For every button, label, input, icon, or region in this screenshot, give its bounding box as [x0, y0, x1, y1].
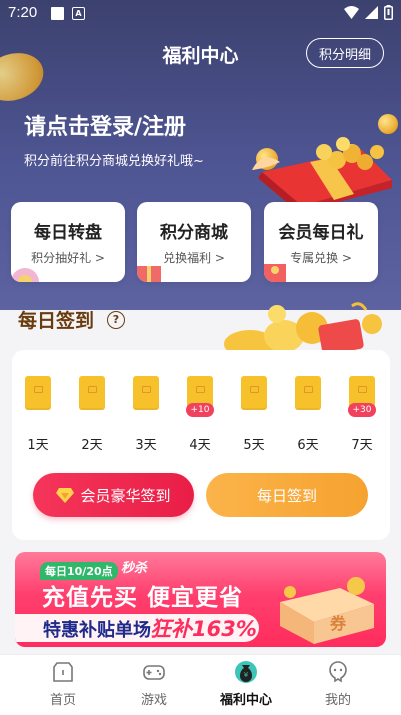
- tab-home[interactable]: 首页: [13, 655, 113, 715]
- vip-signin-label: 会员豪华签到: [80, 486, 171, 505]
- flash-sale-tag: 秒杀: [121, 561, 148, 576]
- card-title: 积分商城: [160, 223, 228, 243]
- login-register-link[interactable]: 请点击登录/注册: [24, 109, 186, 141]
- day-reward-5: [241, 376, 267, 410]
- day-label: 4天: [189, 438, 211, 453]
- day-label: 3天: [135, 438, 157, 453]
- bonus-badge: +30: [348, 403, 376, 417]
- wifi-icon: [344, 6, 359, 19]
- battery-icon: [384, 5, 393, 20]
- status-icons: [344, 5, 393, 20]
- banner-subline: 特惠补贴单场 狂补163%: [15, 614, 259, 642]
- red-envelope-icon: [295, 376, 321, 410]
- card-subtitle: 兑换福利 >: [163, 251, 225, 265]
- banner-sub-text: 特惠补贴单场: [43, 620, 151, 641]
- card-daily-wheel[interactable]: 每日转盘 积分抽好礼 >: [11, 202, 125, 282]
- coupon-text: 券: [329, 614, 346, 633]
- card-points-mall[interactable]: 积分商城 兑换福利 >: [137, 202, 251, 282]
- day-reward-1: [25, 376, 51, 410]
- card-subtitle: 积分抽好礼 >: [31, 251, 105, 265]
- bonus-badge: +10: [186, 403, 214, 417]
- card-vip-daily-gift[interactable]: 会员每日礼 专属兑换 >: [264, 202, 378, 282]
- vip-signin-button[interactable]: 会员豪华签到: [33, 473, 194, 517]
- card-subtitle: 专属兑换 >: [290, 251, 352, 265]
- tab-games[interactable]: 游戏: [104, 655, 204, 715]
- tab-label: 游戏: [140, 693, 167, 708]
- daily-signin-button[interactable]: 每日签到: [206, 473, 368, 517]
- red-envelope-icon: [79, 376, 105, 410]
- points-detail-button[interactable]: 积分明细: [306, 38, 384, 68]
- a-notification-icon: A: [72, 7, 85, 20]
- day-label: 2天: [81, 438, 103, 453]
- red-envelope-icon: [241, 376, 267, 410]
- tab-label: 福利中心: [219, 693, 272, 708]
- day-reward-2: [79, 376, 105, 410]
- promo-banner[interactable]: 每日10/20点 秒杀 充值先买 便宜更省 特惠补贴单场 狂补163% 券: [15, 552, 386, 647]
- gamepad-icon: [143, 665, 165, 680]
- status-time: 7:20: [8, 4, 38, 21]
- login-subtitle: 积分前往积分商城兑换好礼哦~: [24, 154, 204, 169]
- profile-icon: [329, 661, 347, 683]
- card-title: 每日转盘: [34, 223, 102, 243]
- tab-label: 首页: [49, 693, 76, 708]
- day-reward-6: [295, 376, 321, 410]
- gift-box-icon: [252, 137, 392, 212]
- day-label: 6天: [297, 438, 319, 453]
- home-icon: [53, 662, 73, 682]
- daily-signin-heading: 每日签到: [18, 310, 95, 332]
- day-reward-3: [133, 376, 159, 410]
- day-label: 7天: [351, 438, 373, 453]
- red-envelope-icon: [25, 376, 51, 410]
- gift-box-icon: [280, 577, 374, 644]
- day-label: 1天: [27, 438, 49, 453]
- money-bag-icon: ¥: [235, 661, 257, 683]
- tab-mine[interactable]: 我的: [288, 655, 388, 715]
- notification-square-icon: [51, 7, 64, 20]
- day-reward-4: +10: [186, 376, 214, 417]
- svg-text:¥: ¥: [244, 671, 249, 679]
- status-bar: 7:20 A: [0, 0, 401, 28]
- banner-sub-highlight: 狂补163%: [150, 617, 257, 641]
- tab-welfare-center[interactable]: ¥ 福利中心: [196, 655, 296, 715]
- signin-card: +10 +30 1天 2天 3天 4天 5天 6天 7天 会员豪华签到 每日签到: [12, 350, 390, 540]
- day-reward-7: +30: [348, 376, 376, 417]
- coin-decoration: [378, 114, 398, 134]
- bottom-tab-bar: 首页 游戏 ¥ 福利中心 我的: [0, 654, 401, 715]
- help-icon[interactable]: ?: [107, 311, 125, 329]
- tab-label: 我的: [324, 693, 351, 708]
- day-label: 5天: [243, 438, 265, 453]
- card-title: 会员每日礼: [278, 223, 364, 243]
- diamond-icon: [56, 487, 75, 503]
- signal-icon: [365, 6, 378, 19]
- red-envelope-icon: [133, 376, 159, 410]
- banner-headline: 充值先买 便宜更省: [42, 585, 244, 611]
